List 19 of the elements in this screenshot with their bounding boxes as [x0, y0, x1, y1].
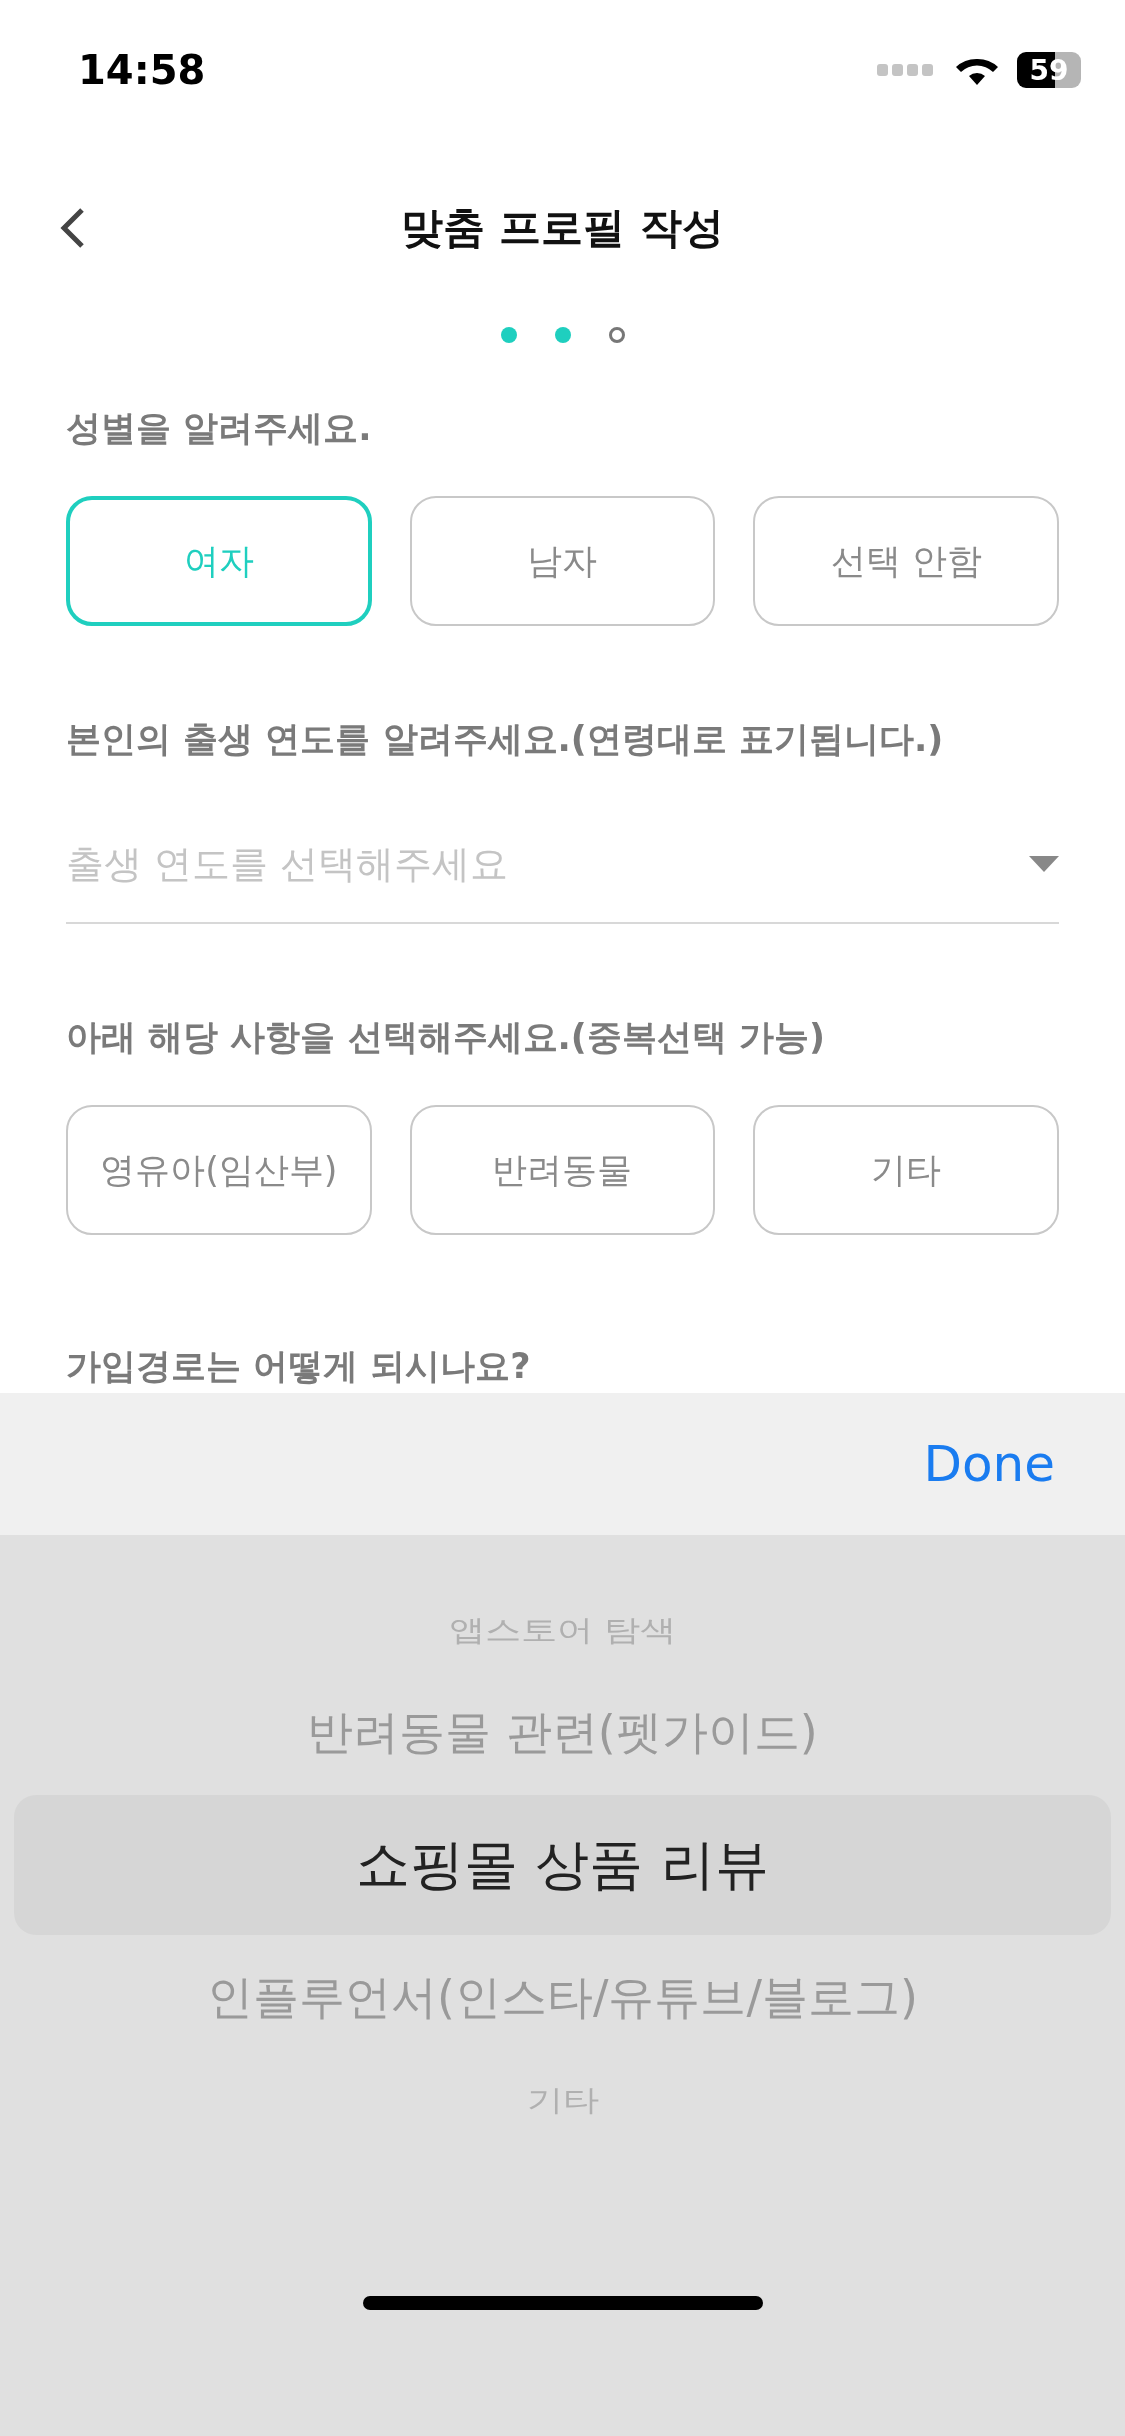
category-option[interactable]: 반려동물: [409, 1105, 716, 1235]
category-option[interactable]: 영유아(임산부): [66, 1105, 372, 1235]
back-icon[interactable]: [58, 206, 86, 250]
picker-option[interactable]: 쇼핑몰 상품 리뷰: [356, 1828, 769, 1902]
birth-year-label: 본인의 출생 연도를 알려주세요.(연령대로 표기됩니다.): [66, 718, 945, 761]
dropdown-caret-icon: [1029, 855, 1059, 874]
categories-label: 아래 해당 사항을 선택해주세요.(중복선택 가능): [66, 1016, 827, 1059]
done-button[interactable]: Done: [923, 1435, 1055, 1493]
gender-option[interactable]: 남자: [409, 496, 716, 626]
picker-option[interactable]: 반려동물 관련(펫가이드): [307, 1701, 818, 1764]
gender-label: 성별을 알려주세요.: [66, 407, 373, 450]
gender-option[interactable]: 여자: [66, 496, 372, 626]
picker-option[interactable]: 인플루언서(인스타/유튜브/블로그): [207, 1966, 918, 2029]
category-option[interactable]: 기타: [753, 1105, 1059, 1235]
status-time: 14:58: [78, 47, 206, 93]
signup-route-label: 가입경로는 어떻게 되시나요?: [66, 1345, 532, 1388]
page-title: 맞춤 프로필 작성: [400, 201, 725, 254]
birth-year-dropdown[interactable]: 출생 연도를 선택해주세요: [66, 807, 1059, 924]
gender-option[interactable]: 선택 안함: [753, 496, 1059, 626]
